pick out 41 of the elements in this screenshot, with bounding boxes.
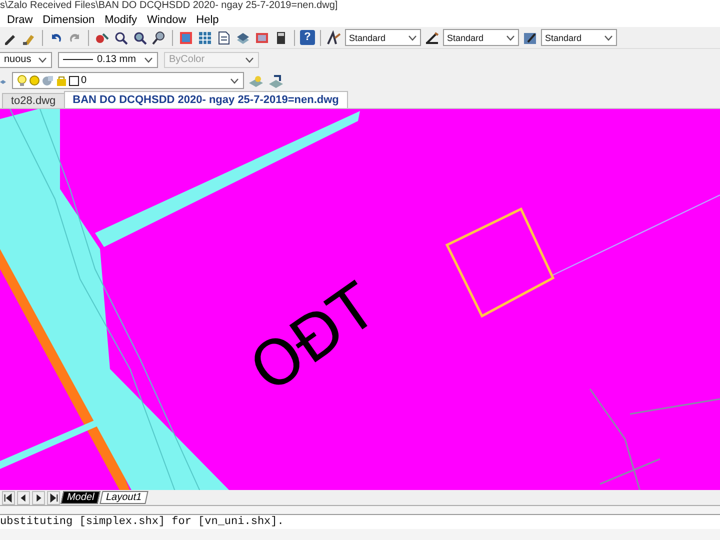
color-swatch-icon [69,76,79,86]
caret-icon [230,78,239,84]
caret-icon [144,56,153,62]
grid-icon[interactable] [197,30,213,46]
style-dropdown[interactable]: Standard [345,29,421,46]
style-dropdown[interactable]: Standard [541,29,617,46]
lightbulb-icon [17,74,27,86]
zoom-window-icon[interactable] [113,30,129,46]
menu-item[interactable]: Dimension [38,14,100,26]
layout-tab[interactable]: Layout1 [100,491,148,504]
linetype-dropdown[interactable]: nuous [0,52,52,68]
layer-dropdown[interactable]: 0 [12,72,244,89]
help-button[interactable]: ? [300,30,315,45]
menu-item[interactable]: Window [142,14,192,26]
caret-icon [38,56,47,62]
dimension-style-icon[interactable] [424,30,440,46]
layer-previous-icon[interactable] [268,72,284,88]
caret-icon [604,34,613,40]
menu-item[interactable]: Draw [2,14,38,26]
zoom-previous-icon[interactable] [151,30,167,46]
menu-item[interactable]: Modify [100,14,142,26]
layout-tab[interactable]: Model [60,491,101,504]
caret-icon [408,34,417,40]
nav-next-icon[interactable] [32,490,45,504]
command-output: ubstituting [simplex.shx] for [vn_uni.shx]. [0,514,720,529]
menu-item[interactable]: Help [191,14,224,26]
file-tab[interactable]: BAN DO DCQHSDD 2020- ngay 25-7-2019=nen.dwg [64,91,348,108]
nav-last-icon[interactable] [47,490,60,504]
document-icon[interactable] [216,30,232,46]
sun-icon [29,75,40,86]
nav-prev-icon[interactable] [17,490,30,504]
file-tab[interactable]: to28.dwg [2,93,65,108]
style-dropdown[interactable]: Standard [443,29,519,46]
caret-icon [245,56,254,62]
zoom-icon[interactable] [132,30,148,46]
lineweight-dropdown[interactable]: 0.13 mm [58,52,158,68]
caret-icon [506,34,515,40]
lock-icon [56,75,67,86]
window-title: s\Zalo Received Files\BAN DO DCQHSDD 2020- ngay 25-7-2019=nen.dwg] [0,0,339,12]
text-style-icon[interactable] [326,30,342,46]
nav-first-icon[interactable] [2,490,15,504]
